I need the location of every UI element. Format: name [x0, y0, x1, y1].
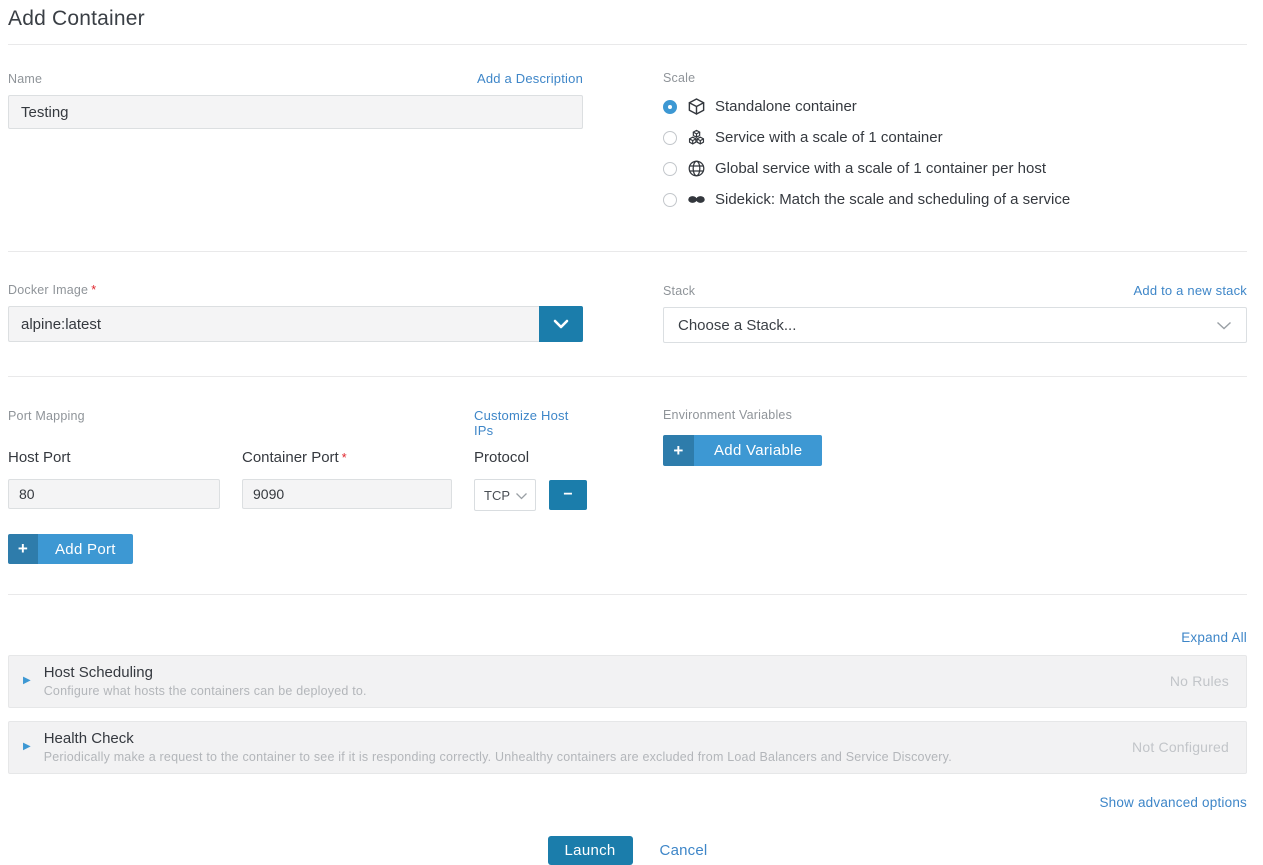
image-dropdown-button[interactable] [539, 306, 583, 342]
chevron-down-icon [553, 317, 569, 332]
env-vars-label: Environment Variables [663, 408, 792, 422]
ports-env-section: Port Mapping Customize Host IPs Host Por… [8, 408, 1247, 564]
page-title: Add Container [8, 7, 1247, 31]
section-divider [8, 251, 1247, 252]
plus-icon: + [8, 534, 38, 564]
image-stack-section: Docker Image* Stack Add to a new stack C… [8, 283, 1247, 343]
add-variable-button[interactable]: + Add Variable [663, 435, 822, 466]
add-container-form: Add Container Name Add a Description Sca… [0, 0, 1263, 865]
radio-button[interactable] [663, 193, 677, 207]
accordion-title: Health Check [44, 730, 1132, 747]
protocol-select[interactable]: TCP [474, 479, 536, 511]
chevron-down-icon [1216, 317, 1232, 334]
stack-group: Stack Add to a new stack Choose a Stack.… [663, 283, 1247, 343]
scale-option-standalone[interactable]: Standalone container [663, 91, 1247, 122]
advanced-section: Expand All ▶ Host Scheduling Configure w… [8, 630, 1247, 810]
status-badge: No Rules [1170, 673, 1229, 689]
scale-option-global[interactable]: Global service with a scale of 1 contain… [663, 153, 1247, 184]
accordion-description: Periodically make a request to the conta… [44, 750, 1132, 764]
add-variable-label: Add Variable [694, 435, 822, 466]
scale-radio-group: Standalone container Service wi [663, 91, 1247, 215]
form-actions: Launch Cancel [8, 836, 1247, 865]
accordion-description: Configure what hosts the containers can … [44, 684, 1170, 698]
scale-option-sidekick[interactable]: Sidekick: Match the scale and scheduling… [663, 184, 1247, 215]
radio-button[interactable] [663, 100, 677, 114]
plus-icon: + [663, 435, 694, 466]
scale-label: Scale [663, 71, 695, 85]
chevron-down-icon [515, 488, 528, 503]
port-mapping-group: Port Mapping Customize Host IPs Host Por… [8, 408, 583, 564]
globe-icon [686, 159, 706, 179]
scale-option-label: Standalone container [715, 98, 857, 115]
host-scheduling-accordion[interactable]: ▶ Host Scheduling Configure what hosts t… [8, 655, 1247, 708]
health-check-accordion[interactable]: ▶ Health Check Periodically make a reque… [8, 721, 1247, 774]
radio-button[interactable] [663, 162, 677, 176]
required-asterisk: * [91, 283, 96, 297]
port-mapping-label: Port Mapping [8, 409, 220, 423]
section-divider [8, 594, 1247, 595]
add-port-button[interactable]: + Add Port [8, 534, 133, 564]
customize-host-ips-link[interactable]: Customize Host IPs [474, 408, 583, 438]
container-port-header: Container Port* [242, 449, 452, 466]
stack-select-value: Choose a Stack... [678, 317, 796, 334]
page-header: Add Container [8, 0, 1247, 45]
scale-option-label: Service with a scale of 1 container [715, 129, 943, 146]
name-input[interactable] [8, 95, 583, 129]
host-port-header: Host Port [8, 449, 220, 466]
cancel-button[interactable]: Cancel [660, 842, 708, 859]
triangle-right-icon: ▶ [23, 742, 31, 752]
port-row: TCP − [8, 479, 583, 511]
scale-option-label: Global service with a scale of 1 contain… [715, 160, 1046, 177]
name-field-group: Name Add a Description [8, 71, 583, 215]
scale-option-service[interactable]: Service with a scale of 1 container [663, 122, 1247, 153]
protocol-header: Protocol [474, 449, 583, 466]
status-badge: Not Configured [1132, 739, 1229, 755]
radio-button[interactable] [663, 131, 677, 145]
minus-icon: − [563, 487, 572, 503]
container-port-input[interactable] [242, 479, 452, 509]
stack-label: Stack [663, 284, 695, 298]
scale-group: Scale Standalone container [663, 71, 1247, 215]
add-to-new-stack-link[interactable]: Add to a new stack [1134, 283, 1247, 298]
cube-icon [686, 97, 706, 117]
add-description-link[interactable]: Add a Description [477, 71, 583, 86]
env-vars-group: Environment Variables + Add Variable [663, 408, 1247, 564]
show-advanced-options-link[interactable]: Show advanced options [1099, 795, 1247, 810]
docker-image-input[interactable] [8, 306, 539, 342]
host-port-input[interactable] [8, 479, 220, 509]
expand-all-link[interactable]: Expand All [1181, 630, 1247, 645]
scale-option-label: Sidekick: Match the scale and scheduling… [715, 191, 1070, 208]
section-divider [8, 376, 1247, 377]
triangle-right-icon: ▶ [23, 676, 31, 686]
docker-image-label: Docker Image* [8, 283, 96, 297]
docker-image-group: Docker Image* [8, 283, 583, 343]
name-scale-section: Name Add a Description Scale Standalone … [8, 71, 1247, 215]
required-asterisk: * [342, 451, 347, 465]
add-port-label: Add Port [38, 534, 133, 564]
stack-select[interactable]: Choose a Stack... [663, 307, 1247, 343]
cubes-icon [686, 128, 706, 148]
launch-button[interactable]: Launch [548, 836, 633, 865]
name-label: Name [8, 72, 42, 86]
protocol-value: TCP [484, 488, 510, 503]
remove-port-button[interactable]: − [549, 480, 587, 510]
accordion-title: Host Scheduling [44, 664, 1170, 681]
mask-icon [686, 190, 706, 210]
